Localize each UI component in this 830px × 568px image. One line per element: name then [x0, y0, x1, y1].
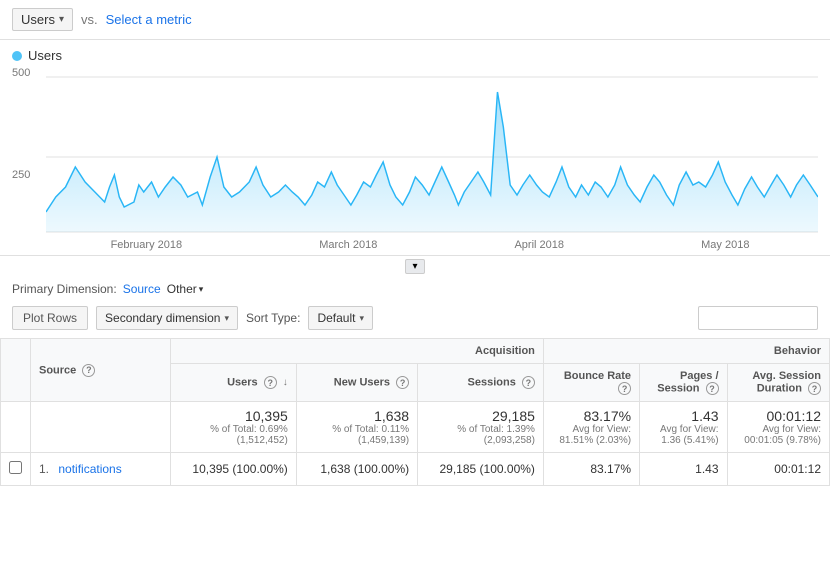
total-avg-session: 00:01:12 Avg for View: 00:01:05 (9.78%): [727, 402, 829, 453]
metric-chevron-icon: ▾: [59, 14, 64, 25]
total-new-users-main: 1,638: [305, 408, 409, 424]
new-users-help-icon[interactable]: ?: [396, 376, 409, 389]
plot-rows-button[interactable]: Plot Rows: [12, 306, 88, 330]
secondary-dimension-label: Secondary dimension: [105, 311, 220, 325]
total-users-main: 10,395: [179, 408, 288, 424]
total-new-users: 1,638 % of Total: 0.11% (1,459,139): [296, 402, 417, 453]
total-new-users-sub: % of Total: 0.11% (1,459,139): [305, 424, 409, 446]
total-users: 10,395 % of Total: 0.69% (1,512,452): [171, 402, 297, 453]
col-header-checkbox: [1, 339, 31, 402]
total-label-cell: [31, 402, 171, 453]
col-header-pages-session: Pages /Session ?: [640, 364, 727, 402]
toolbar: Plot Rows Secondary dimension ▾ Sort Typ…: [0, 302, 830, 338]
row-1-source-link[interactable]: notifications: [58, 462, 121, 476]
other-dimension-chevron-icon: ▾: [199, 284, 204, 295]
col-header-users: Users ? ↓: [171, 364, 297, 402]
select-metric-link[interactable]: Select a metric: [106, 12, 192, 27]
sort-type-label: Sort Type:: [246, 311, 300, 325]
row-1-sessions: 29,185 (100.00%): [418, 453, 544, 486]
y-label-250: 250: [12, 169, 46, 181]
row-1-new-users: 1,638 (100.00%): [296, 453, 417, 486]
metric-dropdown[interactable]: Users ▾: [12, 8, 73, 31]
search-input[interactable]: [698, 306, 818, 330]
x-label-feb: February 2018: [111, 239, 183, 251]
total-checkbox-cell: [1, 402, 31, 453]
total-pages-session-sub: Avg for View: 1.36 (5.41%): [648, 424, 718, 446]
row-1-source: 1. notifications: [31, 453, 171, 486]
row-1-bounce-rate: 83.17%: [543, 453, 639, 486]
total-sessions-main: 29,185: [426, 408, 535, 424]
totals-row: 10,395 % of Total: 0.69% (1,512,452) 1,6…: [1, 402, 830, 453]
y-label-500: 500: [12, 67, 46, 79]
chart-legend-label: Users: [28, 48, 62, 63]
total-bounce-rate-sub: Avg for View: 81.51% (2.03%): [552, 424, 631, 446]
other-dimension-dropdown[interactable]: Other ▾: [167, 282, 204, 296]
behavior-header: Behavior: [543, 339, 829, 364]
col-header-source: Users Source ?: [31, 339, 171, 402]
primary-dimension-label: Primary Dimension:: [12, 282, 117, 296]
chart-collapse-button[interactable]: ▾: [405, 259, 424, 274]
row-1-users: 10,395 (100.00%): [171, 453, 297, 486]
row-1-pages-session: 1.43: [640, 453, 727, 486]
total-pages-session-main: 1.43: [648, 408, 718, 424]
col-header-sessions: Sessions ?: [418, 364, 544, 402]
pages-session-help-icon[interactable]: ?: [706, 382, 719, 395]
row-1-checkbox-cell[interactable]: [1, 453, 31, 486]
users-help-icon[interactable]: ?: [264, 376, 277, 389]
data-table: Users Source ? Acquisition Behavior User…: [0, 338, 830, 486]
sessions-help-icon[interactable]: ?: [522, 376, 535, 389]
metric-label: Users: [21, 12, 55, 27]
users-sort-icon: ↓: [283, 377, 288, 388]
x-label-may: May 2018: [701, 239, 749, 251]
row-1-num: 1.: [39, 462, 49, 476]
chart-x-labels: February 2018 March 2018 April 2018 May …: [42, 239, 818, 251]
chart-svg: [46, 67, 818, 237]
x-label-apr: April 2018: [514, 239, 564, 251]
sort-default-dropdown[interactable]: Default ▾: [308, 306, 373, 330]
metric-selector-bar: Users ▾ vs. Select a metric: [0, 0, 830, 40]
col-header-avg-session: Avg. SessionDuration ?: [727, 364, 829, 402]
acquisition-header: Acquisition: [171, 339, 544, 364]
total-users-sub: % of Total: 0.69% (1,512,452): [179, 424, 288, 446]
avg-session-help-icon[interactable]: ?: [808, 382, 821, 395]
sort-default-chevron-icon: ▾: [359, 313, 364, 324]
sort-default-label: Default: [317, 311, 355, 325]
total-sessions-sub: % of Total: 1.39% (2,093,258): [426, 424, 535, 446]
total-bounce-rate: 83.17% Avg for View: 81.51% (2.03%): [543, 402, 639, 453]
other-dimension-label: Other: [167, 282, 197, 296]
secondary-dimension-chevron-icon: ▾: [224, 313, 229, 324]
total-pages-session: 1.43 Avg for View: 1.36 (5.41%): [640, 402, 727, 453]
total-avg-session-main: 00:01:12: [736, 408, 821, 424]
total-bounce-rate-main: 83.17%: [552, 408, 631, 424]
table-row: 1. notifications 10,395 (100.00%) 1,638 …: [1, 453, 830, 486]
vs-label: vs.: [81, 12, 98, 27]
row-1-checkbox[interactable]: [9, 461, 22, 474]
chart-divider: ▾: [0, 255, 830, 274]
chart-legend: Users: [12, 48, 818, 63]
primary-dimension-bar: Primary Dimension: Source Other ▾: [0, 274, 830, 302]
source-help-icon[interactable]: ?: [82, 364, 95, 377]
col-header-new-users: New Users ?: [296, 364, 417, 402]
secondary-dimension-dropdown[interactable]: Secondary dimension ▾: [96, 306, 238, 330]
source-dimension-link[interactable]: Source: [123, 282, 161, 296]
chart-container: Users 500 250: [0, 40, 830, 251]
total-avg-session-sub: Avg for View: 00:01:05 (9.78%): [736, 424, 821, 446]
col-header-bounce-rate: Bounce Rate ?: [543, 364, 639, 402]
total-sessions: 29,185 % of Total: 1.39% (2,093,258): [418, 402, 544, 453]
x-label-mar: March 2018: [319, 239, 377, 251]
bounce-rate-help-icon[interactable]: ?: [618, 382, 631, 395]
row-1-avg-session: 00:01:12: [727, 453, 829, 486]
legend-dot-icon: [12, 51, 22, 61]
